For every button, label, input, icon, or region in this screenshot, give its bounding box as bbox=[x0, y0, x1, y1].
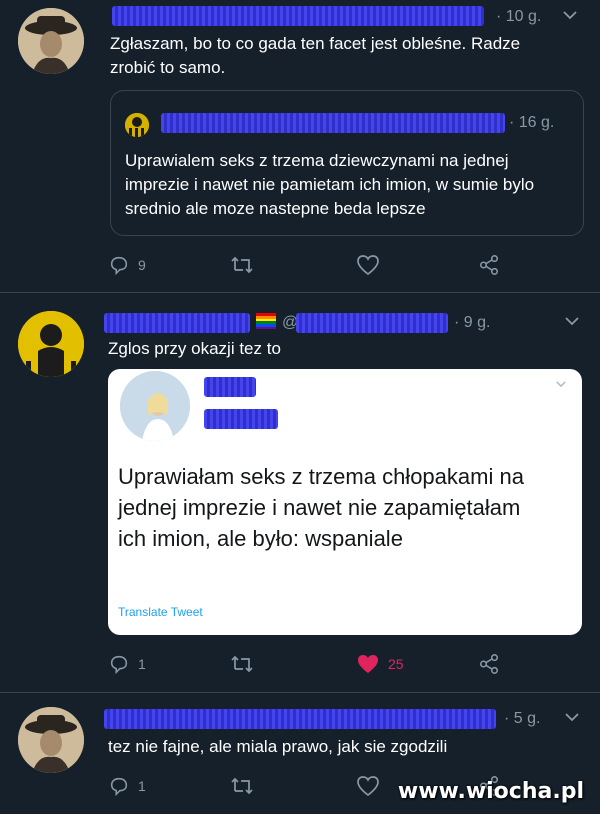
tweet-time[interactable]: · 9 g. bbox=[454, 314, 490, 332]
chevron-down-icon[interactable] bbox=[560, 5, 580, 30]
tweet-time[interactable]: · 5 g. bbox=[504, 710, 540, 728]
chevron-down-icon[interactable] bbox=[562, 311, 582, 336]
quoted-text: Uprawialem seks z trzema dziewczynami na… bbox=[125, 151, 535, 218]
avatar[interactable] bbox=[18, 311, 84, 377]
avatar-figure-icon bbox=[18, 311, 84, 377]
heart-outline-icon bbox=[357, 255, 379, 276]
retweet-icon bbox=[231, 256, 253, 274]
reply-count: 9 bbox=[138, 257, 146, 273]
avatar[interactable] bbox=[18, 8, 84, 74]
share-icon bbox=[479, 654, 499, 674]
display-name-redacted bbox=[112, 6, 484, 26]
tweet[interactable]: @ · 9 g. Zglos przy okazji tez to Uprawi… bbox=[0, 293, 600, 691]
quoted-name-redacted bbox=[161, 113, 505, 133]
avatar-figure-icon bbox=[125, 113, 149, 137]
retweet-icon bbox=[231, 777, 253, 795]
embedded-tweet-text: Uprawiałam seks z trzema chłopakami na j… bbox=[118, 464, 524, 551]
reply-button[interactable]: 1 bbox=[108, 653, 146, 675]
avatar-portrait-icon bbox=[18, 707, 84, 773]
reply-icon bbox=[110, 655, 128, 675]
tweet-text: Zgłaszam, bo to co gada ten facet jest o… bbox=[110, 34, 521, 77]
site-watermark: www.wiocha.pl bbox=[397, 779, 584, 804]
chevron-down-icon[interactable] bbox=[562, 707, 582, 732]
avatar-portrait-icon bbox=[18, 8, 84, 74]
like-button[interactable] bbox=[356, 775, 380, 797]
chevron-down-icon[interactable] bbox=[554, 377, 568, 396]
retweet-button[interactable] bbox=[230, 254, 254, 276]
reply-button[interactable]: 1 bbox=[108, 775, 146, 797]
tweet-text: tez nie fajne, ale miala prawo, jak sie … bbox=[108, 737, 448, 756]
tweet[interactable]: · 10 g. Zgłaszam, bo to co gada ten face… bbox=[0, 0, 600, 290]
share-icon bbox=[479, 255, 499, 275]
share-button[interactable] bbox=[478, 254, 500, 276]
share-button[interactable] bbox=[478, 653, 500, 675]
retweet-icon bbox=[231, 655, 253, 673]
display-name-redacted bbox=[104, 313, 250, 333]
retweet-button[interactable] bbox=[230, 653, 254, 675]
quoted-time: · 16 g. bbox=[509, 114, 555, 131]
embedded-avatar bbox=[120, 371, 190, 441]
embedded-tweet-image[interactable]: Uprawiałam seks z trzema chłopakami na j… bbox=[108, 369, 582, 635]
avatar-photo-icon bbox=[120, 371, 190, 441]
reply-button[interactable]: 9 bbox=[108, 254, 146, 276]
handle-redacted bbox=[296, 313, 448, 333]
quoted-tweet[interactable]: · 16 g. Uprawialem seks z trzema dziewcz… bbox=[110, 90, 584, 236]
embedded-name-redacted bbox=[204, 377, 256, 397]
tweet-time[interactable]: · 10 g. bbox=[496, 8, 541, 26]
translate-tweet-link[interactable]: Translate Tweet bbox=[118, 605, 203, 619]
retweet-button[interactable] bbox=[230, 775, 254, 797]
embedded-handle-redacted bbox=[204, 409, 278, 429]
heart-filled-icon bbox=[358, 655, 378, 673]
like-button[interactable] bbox=[356, 254, 380, 276]
tweet-text: Zglos przy okazji tez to bbox=[108, 339, 281, 358]
reply-icon bbox=[110, 777, 128, 797]
reply-count: 1 bbox=[138, 656, 146, 672]
like-button[interactable]: 25 bbox=[356, 653, 404, 675]
display-name-redacted bbox=[104, 709, 496, 729]
rainbow-flag-icon bbox=[256, 313, 276, 329]
heart-outline-icon bbox=[357, 776, 379, 797]
reply-count: 1 bbox=[138, 778, 146, 794]
quoted-avatar bbox=[125, 113, 149, 137]
reply-icon bbox=[110, 256, 128, 276]
like-count: 25 bbox=[388, 656, 404, 672]
avatar[interactable] bbox=[18, 707, 84, 773]
